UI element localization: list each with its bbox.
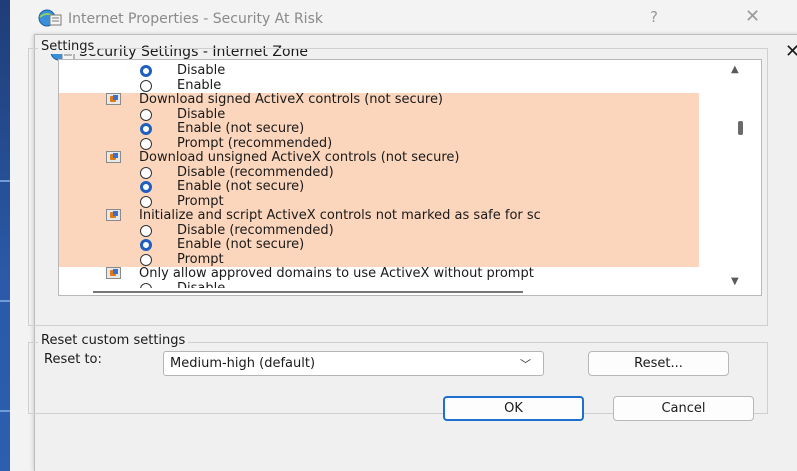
settings-legend: Settings xyxy=(38,39,98,54)
setting-category-label: Only allow approved domains to use Activ… xyxy=(139,266,534,281)
horizontal-scrollbar[interactable] xyxy=(59,288,699,295)
option-label: Disable xyxy=(177,106,226,122)
settings-listbox[interactable]: Disable Enable Download signed ActiveX con… xyxy=(58,59,762,296)
desktop-mark xyxy=(0,300,10,302)
chevron-down-icon: ﹀ xyxy=(520,358,531,371)
setting-category-label: Download signed ActiveX controls (not se… xyxy=(139,92,444,107)
radio-unchecked[interactable] xyxy=(140,108,152,121)
activex-setting-icon xyxy=(106,93,121,105)
option-label: Enable xyxy=(177,77,222,93)
radio-unchecked[interactable] xyxy=(140,137,152,150)
reset-level-value: Medium-high (default) xyxy=(170,356,316,371)
option-label: Disable (recommended) xyxy=(177,222,334,238)
radio-unchecked[interactable] xyxy=(140,224,152,237)
activex-setting-icon xyxy=(106,267,121,279)
setting-option-radio[interactable]: Enable (not secure) xyxy=(59,237,699,253)
option-label: Prompt (recommended) xyxy=(177,135,333,151)
setting-option-radio[interactable]: Disable (recommended) xyxy=(59,164,699,180)
option-label: Prompt xyxy=(177,193,224,209)
setting-category: Download unsigned ActiveX controls (not … xyxy=(59,150,699,166)
parent-window-title: Internet Properties - Security At Risk xyxy=(68,11,323,27)
radio-checked[interactable] xyxy=(140,181,152,193)
setting-option-radio[interactable]: Disable (recommended) xyxy=(59,222,699,238)
option-label: Enable (not secure) xyxy=(177,237,305,252)
setting-category: Initialize and script ActiveX controls n… xyxy=(59,208,699,224)
scroll-up-arrow-icon[interactable]: ▲ xyxy=(731,64,739,75)
setting-option-radio[interactable]: Disable xyxy=(59,106,699,122)
radio-checked[interactable] xyxy=(140,123,152,135)
setting-category-label: Download unsigned ActiveX controls (not … xyxy=(139,150,460,165)
setting-option-radio[interactable]: Disable xyxy=(59,63,699,79)
parent-close-button[interactable]: ✕ xyxy=(745,6,760,27)
setting-option-radio[interactable]: Enable xyxy=(59,77,699,94)
help-button[interactable]: ? xyxy=(650,8,658,26)
reset-button[interactable]: Reset... xyxy=(588,351,729,376)
radio-checked[interactable] xyxy=(140,65,152,77)
internet-globe-icon xyxy=(38,9,62,31)
dialog-close-button[interactable]: ✕ xyxy=(785,41,797,62)
activex-setting-icon xyxy=(106,151,121,163)
option-label: Disable (recommended) xyxy=(177,164,334,180)
scrollbar-thumb[interactable] xyxy=(738,121,743,135)
reset-to-label: Reset to: xyxy=(44,352,102,367)
scroll-down-arrow-icon[interactable]: ▼ xyxy=(731,276,739,287)
radio-unchecked[interactable] xyxy=(140,166,152,179)
setting-option-radio[interactable]: Enable (not secure) xyxy=(59,179,699,195)
reset-level-select[interactable]: Medium-high (default) ﹀ xyxy=(163,351,544,376)
desktop-mark xyxy=(0,410,10,412)
radio-checked[interactable] xyxy=(140,239,152,251)
setting-option-radio[interactable]: Prompt xyxy=(59,193,699,209)
desktop-mark xyxy=(0,180,10,182)
setting-category-label: Initialize and script ActiveX controls n… xyxy=(139,208,541,223)
vertical-scrollbar[interactable]: ▲ ▼ xyxy=(699,60,761,295)
setting-option-radio[interactable]: Enable (not secure) xyxy=(59,121,699,137)
setting-category: Only allow approved domains to use Activ… xyxy=(59,266,699,282)
option-label: Disable xyxy=(177,63,226,78)
reset-legend: Reset custom settings xyxy=(38,333,189,348)
radio-unchecked[interactable] xyxy=(140,79,152,92)
radio-unchecked[interactable] xyxy=(140,195,152,208)
activex-setting-icon xyxy=(106,209,121,221)
setting-category: Download signed ActiveX controls (not se… xyxy=(59,92,699,108)
option-label: Prompt xyxy=(177,251,224,267)
cancel-button[interactable]: Cancel xyxy=(613,396,754,421)
option-label: Enable (not secure) xyxy=(177,121,305,136)
setting-option-radio[interactable]: Prompt (recommended) xyxy=(59,135,699,151)
horizontal-scrollbar-thumb[interactable] xyxy=(93,291,523,293)
desktop-background xyxy=(0,0,10,471)
radio-unchecked[interactable] xyxy=(140,253,152,266)
setting-option-radio[interactable]: Prompt xyxy=(59,251,699,267)
ok-button[interactable]: OK xyxy=(443,396,584,421)
option-label: Enable (not secure) xyxy=(177,179,305,194)
